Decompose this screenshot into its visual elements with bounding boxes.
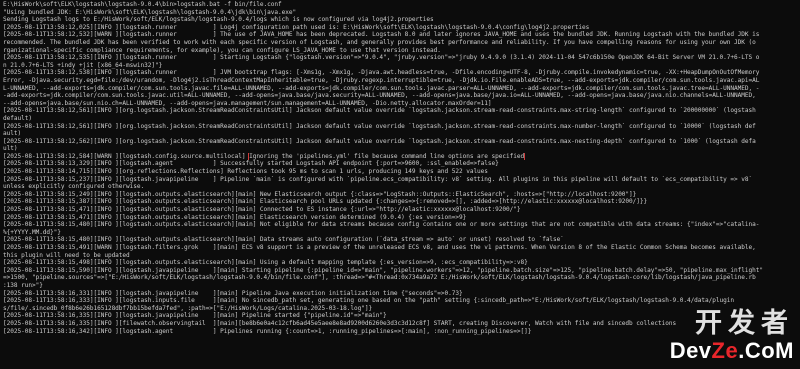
terminal-line: n 21.0.7+6-LTS +indy +jit [x86_64-mswin3… <box>3 61 163 69</box>
terminal-line: Sending Logstash logs to E:/HisWork/soft… <box>3 16 434 24</box>
terminal-line: Error, -Djava.security.egd=file:/dev/ura… <box>3 76 760 84</box>
terminal-line: [2025-08-11T13:58:15,498][INFO ][logstas… <box>3 259 528 267</box>
terminal-line: [2025-08-11T13:58:15,237][INFO ][logstas… <box>3 175 753 183</box>
terminal-line: [2025-08-11T13:58:15,480][INFO ][logstas… <box>3 236 564 244</box>
terminal-line: [2025-08-11T13:58:15,590][INFO ][logstas… <box>3 266 763 274</box>
terminal-line: [2025-08-11T13:58:14,715][INFO ][org.ref… <box>3 168 488 176</box>
terminal-line: rganizational-specific compliance requir… <box>3 46 441 54</box>
terminal-line: [2025-08-11T13:58:15,249][INFO ][logstas… <box>3 190 637 198</box>
terminal-line: -add-exports=jdk.compiler/com.sun.tools.… <box>3 92 756 100</box>
terminal-line: recommended. The bundled JDK has been ve… <box>3 38 756 46</box>
terminal-line-prefix: [2025-08-11T13:58:12,584][WARN ][logstas… <box>3 152 250 160</box>
terminal-line: :138 run>"} <box>3 281 43 289</box>
terminal-line: %{+YYYY.MM.dd}"} <box>3 228 61 236</box>
terminal-line: [2025-08-11T13:58:15,387][INFO ][logstas… <box>3 198 648 206</box>
terminal-line: [2025-08-11T13:58:12,561][INFO ][org.log… <box>3 107 756 115</box>
watermark-cn-text: 开发者 <box>695 308 794 339</box>
terminal-line: [2025-08-11T13:58:12,561][INFO ][org.log… <box>3 122 756 130</box>
terminal-line: [2025-08-11T13:58:16,331][INFO ][logstas… <box>3 289 463 297</box>
terminal-line: [2025-08-11T13:58:12,535][INFO ][logstas… <box>3 54 760 62</box>
terminal-line: [2025-08-11T13:58:15,491][WARN ][logstas… <box>3 244 756 251</box>
watermark-en-text: DevZe.CoM <box>669 338 794 363</box>
terminal-line: [2025-08-11T13:58:15,480][INFO ][logstas… <box>3 221 760 229</box>
terminal-line: "Using bundled JDK: E:\HisWork\soft\ELK\… <box>3 8 297 16</box>
terminal-line: [2025-08-11T13:58:12,562][INFO ][org.log… <box>3 137 756 145</box>
terminal-line: unless explicitly configured otherwise. <box>3 183 145 191</box>
terminal-line: =>1500, "pipeline.sources"=>["E:/HisWork… <box>3 274 756 282</box>
devze-watermark-logo: 开发者 DevZe.CoM <box>662 309 794 365</box>
terminal-line: [2025-08-11T13:58:15,471][INFO ][logstas… <box>3 213 467 221</box>
terminal-line: default) <box>3 114 32 122</box>
terminal-line: [2025-08-11T13:58:13,329][INFO ][logstas… <box>3 160 499 168</box>
terminal-line: --add-opens=java.base/sun.nio.ch=ALL-UNN… <box>3 99 492 107</box>
terminal-line: E:\HisWork\soft\ELK\logstash\logstash-9.… <box>3 1 282 8</box>
terminal-line: ult) <box>3 145 18 153</box>
terminal-line: [2025-08-11T13:58:12,584][WARN ][logstas… <box>3 152 800 161</box>
terminal-line: ault) <box>3 130 22 138</box>
terminal-line: this plugin will need to be updated <box>3 251 130 259</box>
terminal-line: [2025-08-11T13:58:15,471][INFO ][logstas… <box>3 206 521 214</box>
terminal-line: L-UNNAMED, --add-exports=jdk.compiler/co… <box>3 84 760 92</box>
terminal-line: [2025-08-11T13:58:12,025][INFO ][logstas… <box>3 23 590 31</box>
highlighted-warning-box: Ignoring the 'pipelines.yml' file becaus… <box>248 152 526 161</box>
terminal-line: [2025-08-11T13:58:16,333][INFO ][logstas… <box>3 297 734 305</box>
terminal-line: [2025-08-11T13:58:12,538][INFO ][logstas… <box>3 69 760 77</box>
terminal-line: [2025-08-11T13:58:12,532][WARN ][logstas… <box>3 31 760 39</box>
